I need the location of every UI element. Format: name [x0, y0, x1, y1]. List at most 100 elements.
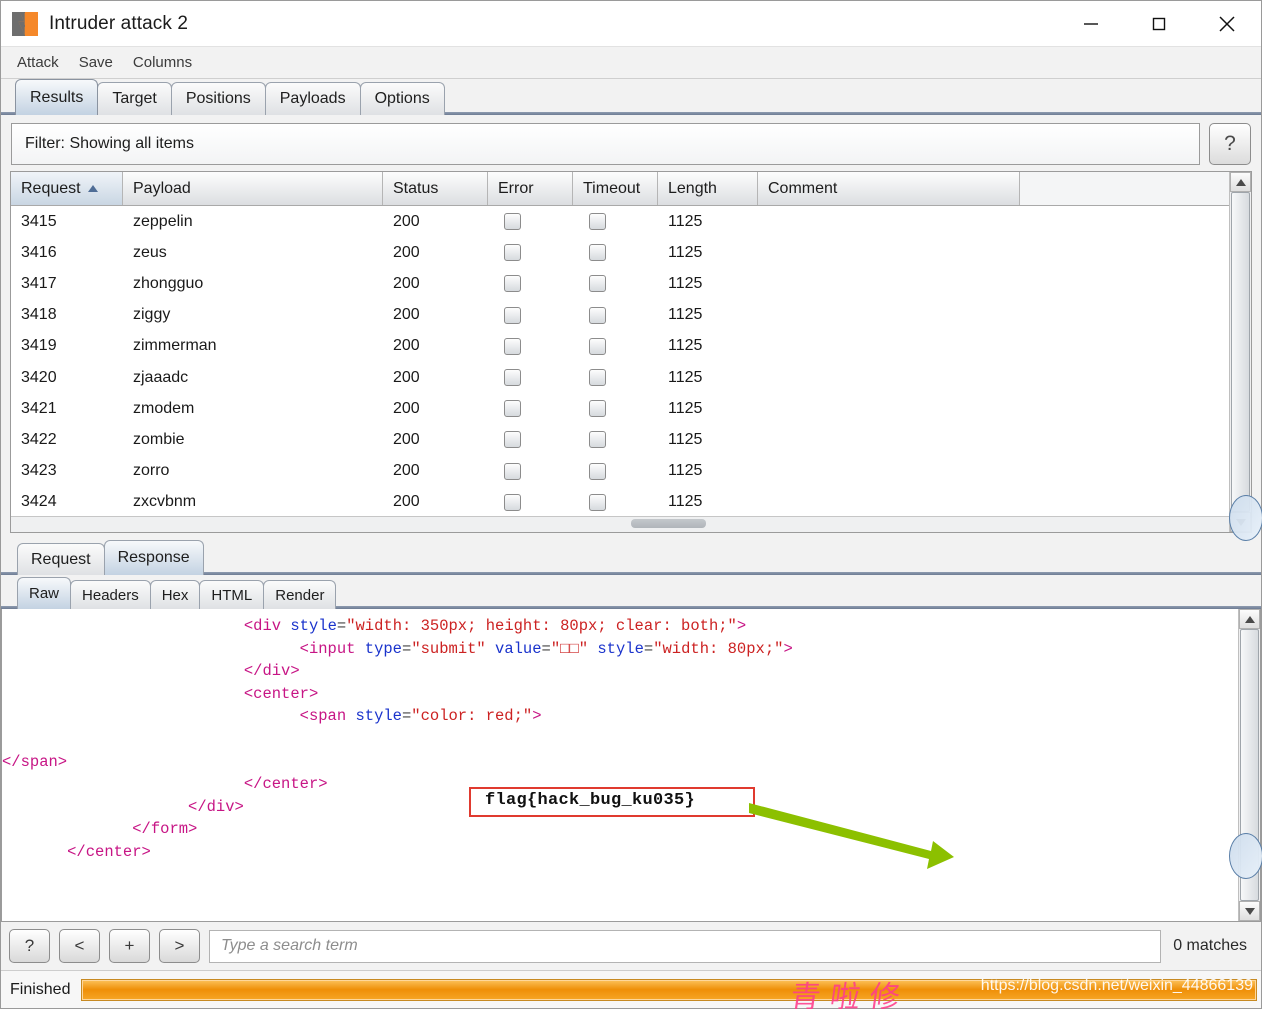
timeout-checkbox[interactable] [589, 400, 606, 418]
error-checkbox[interactable] [504, 493, 521, 511]
message-tab-strip: Request Response [1, 538, 1261, 575]
error-checkbox[interactable] [504, 244, 521, 262]
timeout-checkbox[interactable] [589, 337, 606, 355]
results-hscroll-thumb[interactable] [631, 519, 706, 528]
attack-progress-fill [82, 979, 1256, 1000]
timeout-checkbox[interactable] [589, 306, 606, 324]
error-checkbox[interactable] [504, 213, 521, 231]
scroll-up-icon[interactable] [1230, 172, 1251, 192]
menu-item-attack[interactable]: Attack [14, 51, 68, 74]
cell-payload: zjaaadc [133, 368, 189, 386]
minimize-icon[interactable] [1057, 1, 1125, 47]
error-checkbox[interactable] [504, 275, 521, 293]
cell-request: 3419 [21, 337, 57, 355]
tab-results[interactable]: Results [15, 79, 99, 115]
filter-bar: Filter: Showing all items ? [1, 115, 1261, 171]
close-icon[interactable] [1193, 1, 1261, 47]
intruder-attack-window: Intruder attack 2 Attack Save Columns Re… [0, 0, 1262, 1009]
error-checkbox[interactable] [504, 462, 521, 480]
cell-status: 200 [393, 337, 420, 355]
table-row[interactable]: 3420 zjaaadc 200 1125 [11, 362, 1251, 393]
cell-length: 1125 [668, 493, 703, 511]
error-checkbox[interactable] [504, 306, 521, 324]
filter-field[interactable]: Filter: Showing all items [11, 123, 1200, 165]
help-icon[interactable]: ? [1209, 123, 1251, 165]
tab-render[interactable]: Render [263, 580, 337, 609]
tab-raw[interactable]: Raw [17, 577, 72, 609]
search-previous-button[interactable]: < [59, 929, 100, 963]
column-header-payload[interactable]: Payload [123, 172, 383, 205]
cell-timeout [573, 244, 658, 262]
response-scroll-thumb[interactable] [1240, 629, 1259, 901]
response-body-pane[interactable]: <div style="width: 350px; height: 80px; … [1, 609, 1261, 922]
maximize-icon[interactable] [1125, 1, 1193, 47]
cell-length: 1125 [668, 306, 703, 324]
results-horizontal-scrollbar[interactable] [11, 516, 1251, 532]
error-checkbox[interactable] [504, 400, 521, 418]
results-scroll-thumb[interactable] [1231, 192, 1250, 512]
timeout-checkbox[interactable] [589, 213, 606, 231]
tab-options[interactable]: Options [359, 82, 445, 115]
column-header-length[interactable]: Length [658, 172, 758, 205]
table-row[interactable]: 3421 zmodem 200 1125 [11, 393, 1251, 424]
menu-item-columns[interactable]: Columns [130, 51, 201, 74]
tab-response[interactable]: Response [103, 540, 204, 575]
cell-status: 200 [393, 243, 420, 261]
search-next-button[interactable]: > [159, 929, 200, 963]
search-add-button[interactable]: + [109, 929, 150, 963]
tab-positions[interactable]: Positions [170, 82, 266, 115]
timeout-checkbox[interactable] [589, 369, 606, 387]
column-header-status[interactable]: Status [383, 172, 488, 205]
error-checkbox[interactable] [504, 337, 521, 355]
cell-payload: zimmerman [133, 337, 217, 355]
table-row[interactable]: 3423 zorro 200 1125 [11, 456, 1251, 487]
table-row[interactable]: 3415 zeppelin 200 1125 [11, 206, 1251, 237]
search-input[interactable]: Type a search term [209, 929, 1162, 963]
response-vertical-scrollbar[interactable] [1238, 609, 1260, 921]
scroll-down-icon[interactable] [1230, 512, 1251, 532]
column-header-error[interactable]: Error [488, 172, 573, 205]
column-header-timeout[interactable]: Timeout [573, 172, 658, 205]
timeout-checkbox[interactable] [589, 431, 606, 449]
tab-request[interactable]: Request [17, 543, 105, 575]
code-line: </form> [132, 820, 198, 839]
table-row[interactable]: 3419 zimmerman 200 1125 [11, 331, 1251, 362]
column-header-filler [1020, 172, 1251, 205]
table-row[interactable]: 3424 zxcvbnm 200 1125 [11, 487, 1251, 516]
response-scroll-down-icon[interactable] [1239, 901, 1260, 921]
timeout-checkbox[interactable] [589, 275, 606, 293]
cell-payload: zmodem [133, 399, 195, 417]
timeout-checkbox[interactable] [589, 244, 606, 262]
cell-request: 3416 [21, 243, 57, 261]
cell-status: 200 [393, 274, 420, 292]
tab-html[interactable]: HTML [199, 580, 265, 609]
results-scroll-track[interactable] [1230, 192, 1251, 512]
timeout-checkbox[interactable] [589, 493, 606, 511]
column-header-request[interactable]: Request [11, 172, 123, 205]
table-row[interactable]: 3422 zombie 200 1125 [11, 424, 1251, 455]
table-row[interactable]: 3418 ziggy 200 1125 [11, 300, 1251, 331]
table-row[interactable]: 3416 zeus 200 1125 [11, 237, 1251, 268]
error-checkbox[interactable] [504, 431, 521, 449]
cell-timeout [573, 275, 658, 293]
cell-timeout [573, 337, 658, 355]
menu-item-save[interactable]: Save [76, 51, 122, 74]
response-scroll-up-icon[interactable] [1239, 609, 1260, 629]
error-checkbox[interactable] [504, 369, 521, 387]
table-row[interactable]: 3417 zhongguo 200 1125 [11, 268, 1251, 299]
column-header-comment[interactable]: Comment [758, 172, 1020, 205]
attack-progress-bar [81, 978, 1257, 1001]
code-line: </div> [243, 662, 300, 681]
tab-headers[interactable]: Headers [70, 580, 151, 609]
results-vertical-scrollbar[interactable] [1229, 172, 1251, 532]
tab-target[interactable]: Target [97, 82, 172, 115]
cell-timeout [573, 431, 658, 449]
response-scroll-track[interactable] [1239, 629, 1260, 901]
cell-error [488, 400, 573, 418]
cell-request: 3417 [21, 274, 57, 292]
timeout-checkbox[interactable] [589, 462, 606, 480]
tab-hex[interactable]: Hex [149, 580, 201, 609]
tab-payloads[interactable]: Payloads [264, 82, 361, 115]
search-help-button[interactable]: ? [9, 929, 50, 963]
